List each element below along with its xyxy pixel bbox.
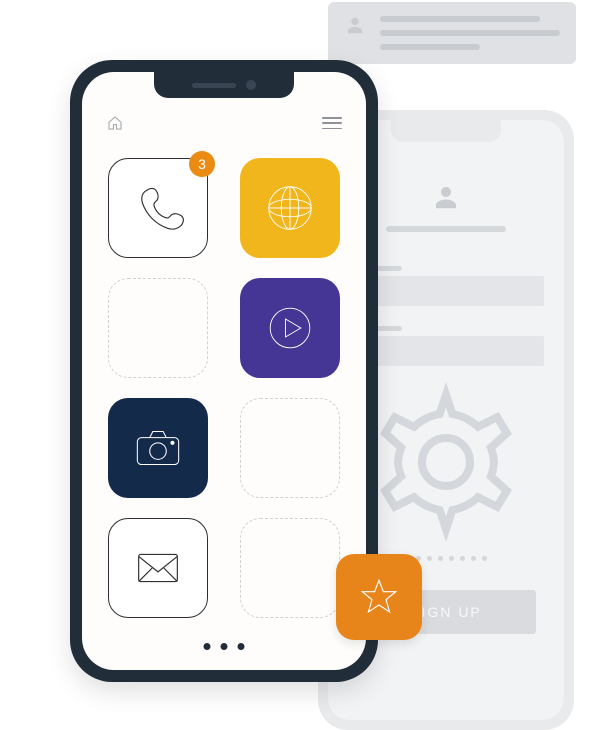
home-icon[interactable] <box>106 114 124 132</box>
mail-app[interactable] <box>108 518 208 618</box>
person-icon <box>344 14 366 36</box>
placeholder-bar <box>386 226 506 232</box>
device-notch <box>391 120 501 142</box>
app-grid: 3 <box>108 158 340 618</box>
empty-slot[interactable] <box>108 278 208 378</box>
person-icon <box>431 182 461 212</box>
page-indicator[interactable] <box>204 643 245 650</box>
phone-app[interactable]: 3 <box>108 158 208 258</box>
notification-card[interactable] <box>328 2 576 64</box>
favorites-app[interactable] <box>336 554 422 640</box>
empty-slot[interactable] <box>240 398 340 498</box>
empty-slot[interactable] <box>240 518 340 618</box>
video-app[interactable] <box>240 278 340 378</box>
notification-text-placeholder <box>380 14 560 52</box>
camera-app[interactable] <box>108 398 208 498</box>
primary-phone-mockup: 3 <box>70 60 378 682</box>
menu-icon[interactable] <box>322 117 342 129</box>
globe-app[interactable] <box>240 158 340 258</box>
device-notch <box>154 72 294 98</box>
notification-badge: 3 <box>189 151 215 177</box>
gear-icon <box>366 382 526 542</box>
